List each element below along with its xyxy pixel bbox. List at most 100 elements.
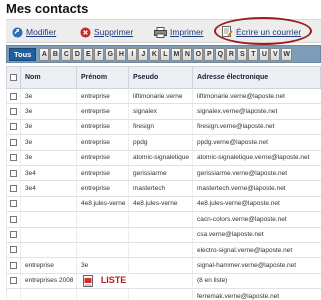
cell-email: signalex.verne@laposte.net (192, 103, 321, 120)
filter-letter-button[interactable]: I (127, 47, 138, 61)
row-checkbox[interactable] (10, 92, 17, 100)
table-row[interactable]: csa.verne@laposte.net (6, 227, 321, 243)
cell-pseudo: mastertech (128, 180, 193, 197)
cell-email: (8 en liste) (192, 273, 321, 290)
col-header-prenom[interactable]: Prénom (76, 66, 129, 89)
filter-tous-button[interactable]: Tous (9, 47, 37, 61)
row-checkbox[interactable] (10, 261, 17, 269)
cell-prenom: entreprise (76, 165, 129, 182)
cell-prenom: entreprise (76, 180, 129, 197)
document-list-icon (83, 275, 93, 288)
table-row[interactable]: ferremak.verne@laposte.net (6, 288, 321, 300)
cell-email: csa.verne@laposte.net (192, 227, 321, 243)
table-row[interactable]: 4e8.jules-verne 4e8.jules-verne 4e8.jules-… (6, 196, 321, 213)
toolbar: Modifier Supprimer Imprimer Écrire un co… (6, 17, 321, 45)
cell-prenom: entreprise (76, 119, 129, 136)
cell-pseudo: gerissiarme (128, 165, 193, 182)
cell-email: gerissiarme.verne@laposte.net (192, 165, 321, 182)
cell-nom: 3e (20, 103, 77, 120)
filter-letter-button[interactable]: M (171, 47, 182, 61)
cell-pseudo: firesign (128, 119, 193, 136)
cell-nom (20, 196, 77, 213)
row-checkbox[interactable] (10, 246, 17, 254)
filter-letter-button[interactable]: D (72, 47, 83, 61)
cell-nom: 3e (20, 150, 77, 166)
list-cell: LISTE (76, 273, 193, 290)
table-row[interactable]: 3e4 entreprise mastertech mastertech.verne@… (6, 180, 321, 197)
filter-letter-button[interactable]: L (160, 47, 171, 61)
contacts-table: Nom Prénom Pseudo Adresse électronique 3… (6, 66, 321, 300)
select-all-checkbox[interactable] (10, 73, 17, 81)
row-checkbox[interactable] (10, 123, 17, 131)
cell-email: liftimonarie.verne@laposte.net (192, 88, 321, 105)
filter-letter-button[interactable]: U (259, 47, 270, 61)
cell-prenom (76, 227, 129, 243)
filter-letter-button[interactable]: R (226, 47, 237, 61)
filter-letter-button[interactable]: Q (215, 47, 226, 61)
filter-letter-button[interactable]: G (105, 47, 116, 61)
cell-nom (20, 242, 77, 259)
row-checkbox[interactable] (10, 231, 17, 239)
row-checkbox[interactable] (10, 184, 17, 192)
filter-letter-button[interactable]: K (149, 47, 160, 61)
table-row[interactable]: 3e4 entreprise gerissiarme gerissiarme.vern… (6, 165, 321, 182)
filter-letter-button[interactable]: W (281, 47, 292, 61)
table-row[interactable]: 3e entreprise signalex signalex.verne@lapos… (6, 103, 321, 120)
filter-letter-button[interactable]: F (94, 47, 105, 61)
cell-pseudo (128, 211, 193, 228)
row-checkbox[interactable] (10, 138, 17, 146)
filter-letter-button[interactable]: J (138, 47, 149, 61)
row-checkbox[interactable] (10, 200, 17, 208)
cell-prenom: entreprise (76, 150, 129, 166)
cell-prenom: entreprise (76, 134, 129, 151)
supprimer-label: Supprimer (94, 27, 134, 37)
filter-letter-button[interactable]: C (61, 47, 72, 61)
row-checkbox[interactable] (10, 169, 17, 177)
filter-letter-button[interactable]: E (83, 47, 94, 61)
table-row[interactable]: 3e entreprise atomic-signaletique atomic-si… (6, 150, 321, 166)
filter-letter-button[interactable]: T (248, 47, 259, 61)
cell-pseudo: 4e8.jules-verne (128, 196, 193, 213)
filter-letter-button[interactable]: H (116, 47, 127, 61)
filter-letter-button[interactable]: N (182, 47, 193, 61)
row-checkbox[interactable] (10, 107, 17, 115)
table-row[interactable]: 3e entreprise ppdg ppdg.verne@laposte.net (6, 134, 321, 151)
filter-letter-button[interactable]: A (39, 47, 50, 61)
filter-letter-button[interactable]: P (204, 47, 215, 61)
supprimer-button[interactable]: Supprimer (80, 24, 133, 40)
filter-letter-button[interactable]: V (270, 47, 281, 61)
row-checkbox[interactable] (10, 215, 17, 223)
cell-nom: 3e (20, 119, 77, 136)
imprimer-button[interactable]: Imprimer (154, 24, 204, 40)
cell-nom: 3e (20, 88, 77, 105)
cell-nom: entreprises 2008 (20, 273, 77, 290)
select-all-cell (6, 66, 21, 89)
cell-prenom: entreprise (76, 88, 129, 105)
col-header-pseudo[interactable]: Pseudo (128, 66, 193, 89)
cell-email: cacn-colors.verne@laposte.net (192, 211, 321, 228)
filter-letter-button[interactable]: B (50, 47, 61, 61)
liste-label: LISTE (100, 274, 127, 285)
row-checkbox[interactable] (10, 154, 17, 162)
cell-pseudo: atomic-signaletique (128, 150, 193, 166)
table-row[interactable]: 3e entreprise liftimonarie.verne liftimonar… (6, 88, 321, 105)
filter-letter-button[interactable]: O (193, 47, 204, 61)
col-header-email[interactable]: Adresse électronique (192, 66, 321, 89)
table-row[interactable]: 3e entreprise firesign firesign.verne@lapos… (6, 119, 321, 136)
ecrire-courrier-button[interactable]: Écrire un courrier (222, 24, 301, 40)
edit-arrow-icon (12, 26, 23, 38)
table-row[interactable]: entreprise 3e signal-hammer.verne@laposte.… (6, 257, 321, 274)
cell-prenom (76, 211, 129, 228)
ecrire-courrier-label: Écrire un courrier (236, 27, 302, 37)
cell-prenom: 4e8.jules-verne (76, 196, 129, 213)
table-row[interactable]: cacn-colors.verne@laposte.net (6, 211, 321, 228)
filter-letter-button[interactable]: S (237, 47, 248, 61)
modifier-label: Modifier (26, 27, 57, 37)
table-row[interactable]: electro-signal.verne@laposte.net (6, 242, 321, 259)
modifier-button[interactable]: Modifier (12, 24, 56, 40)
cell-pseudo (128, 257, 193, 274)
row-checkbox[interactable] (10, 277, 17, 285)
cell-nom: entreprise (20, 257, 77, 274)
list-row[interactable]: entreprises 2008 LISTE (8 en liste) (6, 273, 321, 290)
col-header-nom[interactable]: Nom (20, 66, 77, 89)
